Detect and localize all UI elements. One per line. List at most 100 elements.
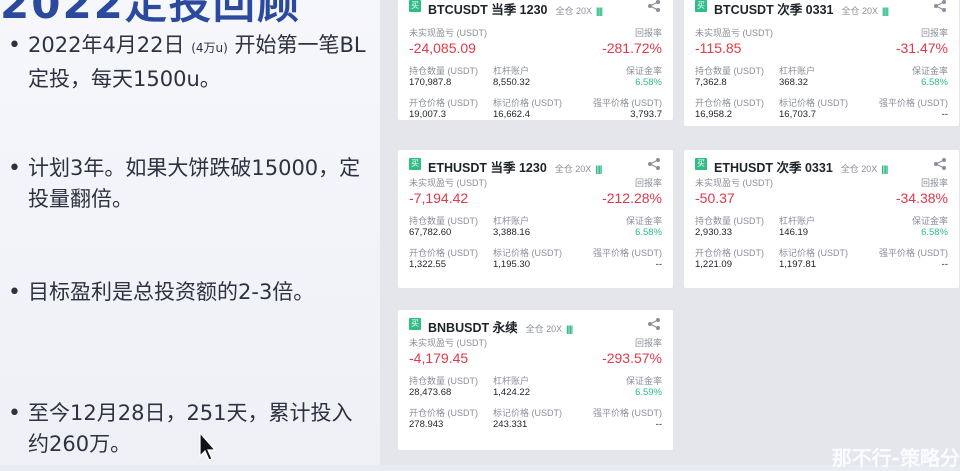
margin-ratio-label: 保证金率 bbox=[911, 66, 948, 76]
symbol-label: ETHUSDT 次季 0331 全仓 20X |||| bbox=[714, 157, 888, 176]
size-label: 持仓数量 (USDT) bbox=[409, 66, 478, 76]
margin-label: 杠杆账户 bbox=[779, 66, 816, 76]
symbol-text: ETHUSDT 次季 0331 bbox=[714, 161, 833, 175]
position-card[interactable]: 买 ETHUSDT 当季 1230 全仓 20X |||| 未实现盈亏 (USDT)… bbox=[398, 150, 673, 288]
mark-label: 标记价格 (USDT) bbox=[493, 98, 562, 108]
mark-label: 标记价格 (USDT) bbox=[493, 408, 562, 418]
margin-value: 146.19 bbox=[779, 227, 809, 238]
liq-value: 3,793.7 bbox=[630, 109, 662, 120]
position-card[interactable]: 买 BTCUSDT 次季 0331 全仓 20X |||| 未实现盈亏 (USDT)… bbox=[684, 0, 959, 126]
video-watermark: 那不行-策略分 bbox=[831, 446, 960, 470]
liq-label: 强平价格 (USDT) bbox=[593, 248, 662, 258]
margin-value: 3,388.16 bbox=[493, 227, 530, 238]
unrealized-label: 未实现盈亏 (USDT) bbox=[695, 178, 773, 188]
size-label: 持仓数量 (USDT) bbox=[409, 216, 478, 226]
entry-label: 开仓价格 (USDT) bbox=[695, 98, 764, 108]
margin-mode: 全仓 20X bbox=[841, 6, 878, 16]
entry-value: 19,007.3 bbox=[409, 109, 446, 120]
liq-label: 强平价格 (USDT) bbox=[593, 98, 662, 108]
margin-label: 杠杆账户 bbox=[493, 216, 530, 226]
margin-mode: 全仓 20X bbox=[555, 6, 592, 16]
liq-value: -- bbox=[655, 419, 662, 430]
trade-tag-icon: 买 bbox=[409, 158, 421, 170]
position-card[interactable]: 买 BNBUSDT 永续 全仓 20X |||| 未实现盈亏 (USDT) 回报率 … bbox=[398, 310, 673, 450]
roe-value: -34.38% bbox=[895, 190, 948, 206]
trade-tag-icon: 买 bbox=[695, 158, 707, 170]
size-label: 持仓数量 (USDT) bbox=[695, 66, 764, 76]
bullet-dot: • bbox=[8, 401, 21, 426]
size-label: 持仓数量 (USDT) bbox=[409, 376, 478, 386]
signal-bars-icon: |||| bbox=[882, 6, 889, 16]
roe-label: 回报率 bbox=[634, 28, 662, 38]
liq-label: 强平价格 (USDT) bbox=[879, 248, 948, 258]
bullet-dot: • bbox=[8, 280, 21, 305]
margin-mode: 全仓 20X bbox=[554, 164, 592, 174]
symbol-label: BNBUSDT 永续 全仓 20X |||| bbox=[428, 317, 573, 336]
roe-value: -293.57% bbox=[602, 350, 662, 366]
margin-ratio-value: 6.58% bbox=[635, 77, 662, 88]
margin-value: 1,424.22 bbox=[493, 387, 530, 398]
margin-value: 8,550.32 bbox=[493, 77, 530, 88]
mark-label: 标记价格 (USDT) bbox=[493, 248, 562, 258]
symbol-text: BTCUSDT 当季 1230 bbox=[428, 3, 548, 17]
size-value: 2,930.33 bbox=[695, 227, 732, 238]
roe-value: -212.28% bbox=[602, 190, 662, 206]
roe-value: -31.47% bbox=[895, 40, 948, 56]
bullet-3-text: 目标盈利是总投资额的2-3倍。 bbox=[28, 280, 315, 304]
bullet-1-note: (4万u) bbox=[191, 41, 228, 55]
mark-value: 16,703.7 bbox=[779, 109, 816, 120]
position-card[interactable]: 买 BTCUSDT 当季 1230 全仓 20X |||| 未实现盈亏 (USDT)… bbox=[398, 0, 673, 120]
margin-value: 368.32 bbox=[779, 77, 809, 88]
mark-value: 16,662.4 bbox=[493, 109, 530, 120]
pnl-value: -24,085.09 bbox=[409, 40, 476, 56]
signal-bars-icon: |||| bbox=[566, 324, 573, 334]
share-icon[interactable] bbox=[933, 157, 947, 171]
entry-value: 278.943 bbox=[409, 419, 444, 430]
size-value: 67,782.60 bbox=[409, 227, 452, 238]
margin-ratio-value: 6.58% bbox=[921, 77, 948, 88]
signal-bars-icon: |||| bbox=[595, 164, 602, 174]
share-icon[interactable] bbox=[647, 0, 661, 13]
mark-value: 1,195.30 bbox=[493, 259, 530, 270]
symbol-label: ETHUSDT 当季 1230 全仓 20X |||| bbox=[428, 157, 602, 176]
roe-label: 回报率 bbox=[634, 338, 662, 348]
signal-bars-icon: |||| bbox=[881, 164, 888, 174]
size-value: 170,987.8 bbox=[409, 77, 452, 88]
entry-label: 开仓价格 (USDT) bbox=[409, 248, 478, 258]
margin-mode: 全仓 20X bbox=[840, 164, 878, 174]
liq-value: -- bbox=[941, 259, 948, 270]
pnl-value: -50.37 bbox=[695, 190, 735, 206]
pnl-value: -7,194.42 bbox=[409, 190, 469, 206]
liq-label: 强平价格 (USDT) bbox=[879, 98, 948, 108]
pnl-value: -115.85 bbox=[695, 40, 742, 56]
share-icon[interactable] bbox=[647, 317, 661, 331]
trade-tag-icon: 买 bbox=[695, 0, 707, 12]
mark-label: 标记价格 (USDT) bbox=[779, 98, 848, 108]
roe-label: 回报率 bbox=[920, 28, 948, 38]
symbol-text: ETHUSDT 当季 1230 bbox=[428, 161, 547, 175]
share-icon[interactable] bbox=[647, 157, 661, 171]
mark-value: 243.331 bbox=[493, 419, 528, 430]
mark-label: 标记价格 (USDT) bbox=[779, 248, 848, 258]
share-icon[interactable] bbox=[933, 0, 947, 13]
trade-tag-icon: 买 bbox=[409, 318, 421, 330]
size-value: 28,473.68 bbox=[409, 387, 452, 398]
slide-panel: 2022定投回顾 • 2022年4月22日 (4万u) 开始第一笔BL定投，每天… bbox=[0, 0, 380, 465]
position-card[interactable]: 买 ETHUSDT 次季 0331 全仓 20X |||| 未实现盈亏 (USDT)… bbox=[684, 150, 959, 288]
margin-mode: 全仓 20X bbox=[525, 324, 563, 334]
unrealized-label: 未实现盈亏 (USDT) bbox=[409, 28, 487, 38]
liq-label: 强平价格 (USDT) bbox=[593, 408, 662, 418]
entry-value: 1,221.09 bbox=[695, 259, 732, 270]
size-value: 7,362.8 bbox=[695, 77, 727, 88]
roe-label: 回报率 bbox=[920, 178, 948, 188]
entry-label: 开仓价格 (USDT) bbox=[409, 98, 478, 108]
margin-ratio-value: 6.58% bbox=[635, 227, 662, 238]
mark-value: 1,197.81 bbox=[779, 259, 816, 270]
margin-ratio-label: 保证金率 bbox=[625, 216, 662, 226]
roe-label: 回报率 bbox=[634, 178, 662, 188]
pnl-value: -4,179.45 bbox=[409, 350, 469, 366]
symbol-label: BTCUSDT 当季 1230 全仓 20X |||| bbox=[428, 0, 603, 18]
margin-ratio-label: 保证金率 bbox=[625, 66, 662, 76]
trade-tag-icon: 买 bbox=[409, 0, 421, 12]
margin-label: 杠杆账户 bbox=[493, 66, 530, 76]
